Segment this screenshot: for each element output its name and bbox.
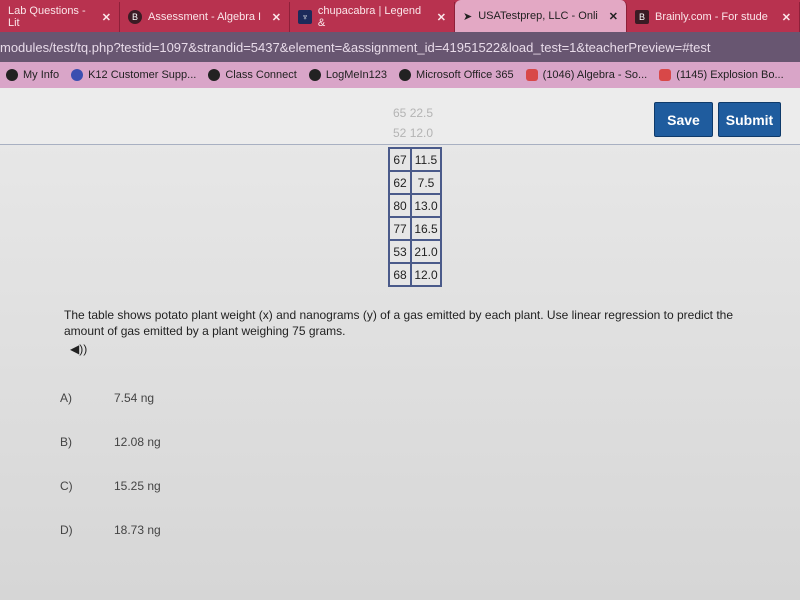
option-value: 15.25 ng: [114, 479, 161, 493]
page-content: Save Submit 65 22.5 52 12.0 67 11.5 62 7.5 8…: [0, 88, 800, 600]
tab-strip: Lab Questions - Lit ✕ B Assessment - Algeb…: [0, 0, 800, 32]
option-letter: A): [60, 391, 72, 405]
hidden-x-cell: 52: [393, 126, 407, 140]
submit-button[interactable]: Submit: [718, 102, 781, 137]
x-cell: 68: [388, 262, 412, 287]
y-cell: 12.0: [410, 262, 442, 287]
option-d[interactable]: D) 18.73 ng: [60, 523, 161, 537]
bookmark-office[interactable]: Microsoft Office 365: [399, 68, 514, 82]
bookmark-my-info[interactable]: My Info: [6, 68, 60, 82]
youtube-icon: [525, 69, 538, 82]
option-value: 12.08 ng: [114, 435, 161, 449]
bookmark-logmein[interactable]: LogMeIn123: [308, 68, 388, 82]
x-cell: 62: [388, 170, 412, 195]
youtube-icon: [659, 69, 672, 82]
bookmark-label: My Info: [23, 68, 60, 81]
bookmark-label: Class Connect: [225, 68, 297, 81]
option-c[interactable]: C) 15.25 ng: [60, 479, 161, 493]
option-letter: D): [60, 523, 73, 537]
bookmarks-bar: My Info K12 Customer Supp... Class Conne…: [0, 62, 800, 88]
y-cell: 11.5: [410, 147, 442, 172]
tab-title: Lab Questions - Lit: [8, 5, 86, 29]
close-icon[interactable]: ✕: [609, 10, 618, 23]
tab-usatestprep[interactable]: ➤ USATestprep, LLC - Onli ✕: [455, 0, 627, 32]
option-b[interactable]: B) 12.08 ng: [60, 435, 161, 449]
y-cell: 13.0: [410, 193, 442, 218]
table-row: 62 7.5: [388, 170, 442, 195]
address-bar[interactable]: modules/test/tq.php?testid=1097&strandid…: [0, 32, 800, 62]
tab-title: chupacabra | Legend &: [317, 5, 422, 29]
globe-icon: [208, 69, 221, 82]
option-a[interactable]: A) 7.54 ng: [60, 391, 154, 405]
bookmark-explosion[interactable]: (1145) Explosion Bo...: [659, 68, 784, 82]
data-table: 67 11.5 62 7.5 80 13.0 77 16.5 53 21.0 68 12.0: [388, 147, 442, 287]
y-cell: 21.0: [410, 239, 442, 264]
close-icon[interactable]: ✕: [102, 11, 111, 24]
table-row: 53 21.0: [388, 239, 442, 264]
x-cell: 53: [388, 239, 412, 264]
bookmark-label: Microsoft Office 365: [416, 68, 514, 81]
bookmark-label: (1046) Algebra - So...: [542, 68, 648, 81]
tab-assessment[interactable]: B Assessment - Algebra I ✕: [120, 2, 290, 32]
brainly-icon: B: [635, 10, 649, 24]
speaker-icon[interactable]: ◀)): [70, 342, 87, 356]
y-cell: 16.5: [410, 216, 442, 241]
question-text: The table shows potato plant weight (x) …: [64, 308, 734, 338]
table-row: 67 11.5: [388, 147, 442, 172]
tab-chupacabra[interactable]: ♆ chupacabra | Legend & ✕: [290, 2, 455, 32]
globe-icon: [399, 69, 412, 82]
bookmark-label: K12 Customer Supp...: [88, 68, 197, 81]
b-logo-icon: B: [128, 10, 142, 24]
tab-title: Assessment - Algebra I: [148, 11, 262, 23]
globe-icon: [6, 69, 18, 82]
hidden-row: 52 12.0: [393, 126, 433, 140]
cursor-icon: ➤: [463, 10, 473, 23]
x-cell: 77: [388, 216, 412, 241]
close-icon[interactable]: ✕: [272, 11, 281, 24]
table-row: 80 13.0: [388, 193, 442, 218]
tab-lab-questions[interactable]: Lab Questions - Lit ✕: [0, 2, 120, 32]
option-letter: C): [60, 479, 73, 493]
hidden-x-cell: 65: [393, 106, 407, 120]
bookmark-class-connect[interactable]: Class Connect: [208, 68, 297, 82]
bookmark-label: LogMeIn123: [325, 68, 388, 81]
globe-icon: [308, 69, 321, 82]
table-row: 77 16.5: [388, 216, 442, 241]
bookmark-algebra[interactable]: (1046) Algebra - So...: [525, 68, 648, 82]
hidden-y-cell: 22.5: [409, 106, 434, 120]
hidden-y-cell: 12.0: [409, 126, 434, 140]
close-icon[interactable]: ✕: [782, 11, 791, 24]
tab-title: USATestprep, LLC - Onli: [478, 10, 598, 22]
option-value: 7.54 ng: [114, 391, 155, 405]
option-value: 18.73 ng: [114, 523, 161, 537]
save-button[interactable]: Save: [654, 102, 713, 137]
x-cell: 80: [388, 193, 412, 218]
lamp-icon: ♆: [298, 10, 312, 24]
bookmark-k12[interactable]: K12 Customer Supp...: [71, 68, 197, 82]
tab-title: Brainly.com - For stude: [655, 11, 768, 23]
tab-brainly[interactable]: B Brainly.com - For stude ✕: [627, 2, 800, 32]
y-cell: 7.5: [410, 170, 442, 195]
bookmark-label: (1145) Explosion Bo...: [676, 68, 784, 81]
hidden-row: 65 22.5: [393, 106, 433, 120]
cloud-icon: [71, 69, 84, 82]
table-row: 68 12.0: [388, 262, 442, 287]
x-cell: 67: [388, 147, 412, 172]
close-icon[interactable]: ✕: [437, 11, 446, 24]
option-letter: B): [60, 435, 72, 449]
